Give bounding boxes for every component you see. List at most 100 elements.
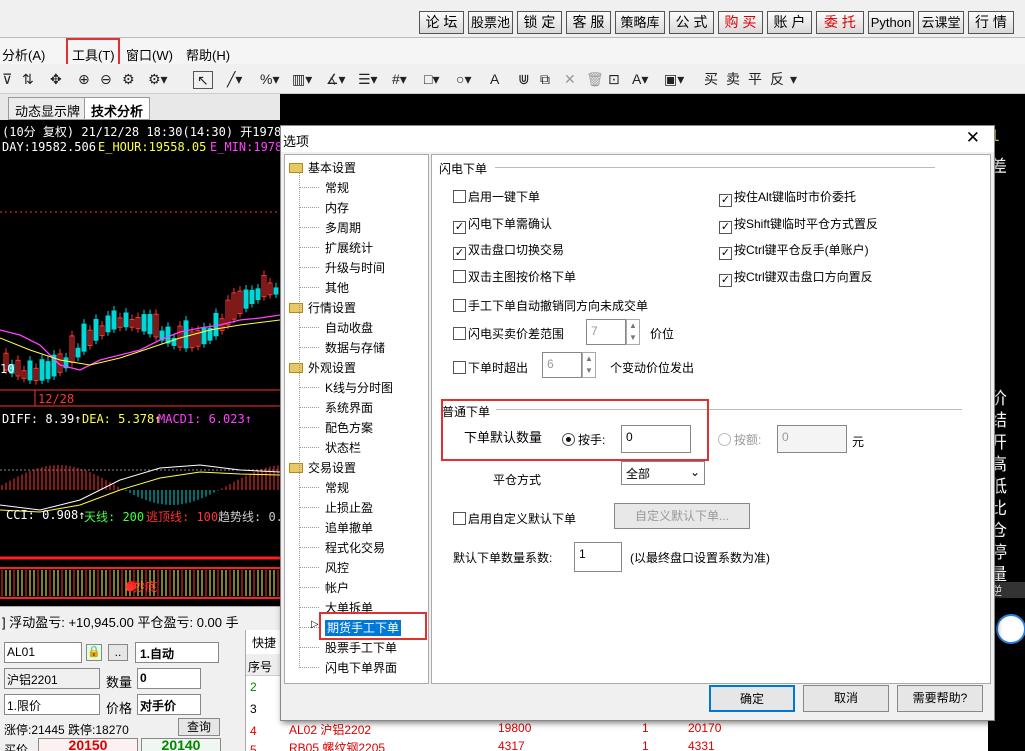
tree-item[interactable]: 自动收盘 (299, 319, 373, 336)
tree-item[interactable]: 数据与存储 (299, 339, 385, 356)
tree-item[interactable]: 股票手工下单 (299, 639, 397, 656)
check-dblclick-switch[interactable]: ✓ 双击盘口切换交易 (453, 241, 564, 260)
check-over[interactable]: 下单时超出 (453, 359, 528, 376)
checkbox-checked[interactable]: ✓ (453, 221, 466, 234)
order-button[interactable]: 委 托 (816, 11, 864, 34)
more-button[interactable]: .. (108, 644, 128, 661)
check-ctrl[interactable]: ✓ 按Ctrl键平仓反手(单账户) (719, 241, 869, 260)
zoom-in-icon[interactable]: ⊕ (78, 71, 90, 87)
close-mode-select[interactable]: 全部 ⌄ (621, 461, 705, 485)
lock-icon[interactable]: ⊡ (608, 71, 620, 87)
delete-icon[interactable]: ✕ (564, 71, 576, 87)
check-shift[interactable]: ✓ 按Shift键临时平仓方式置反 (719, 215, 878, 234)
checkbox-checked[interactable]: ✓ (453, 247, 466, 260)
price-type-select[interactable]: 1.限价 (4, 694, 100, 715)
tab-dynamic[interactable]: 动态显示牌 (8, 97, 88, 120)
radio-by-amount[interactable]: 按额: (718, 431, 761, 448)
check-dblclick-price[interactable]: 双击主图按价格下单 (453, 268, 576, 285)
coef-input[interactable]: 1 (574, 542, 622, 572)
menu-help[interactable]: 帮助(H) (186, 45, 230, 64)
check-confirm[interactable]: ✓ 闪电下单需确认 (453, 215, 552, 234)
tab-technical[interactable]: 技术分析 (84, 97, 151, 120)
tree-item[interactable]: 常规 (299, 479, 349, 496)
tree-item[interactable]: 升级与时间 (299, 259, 385, 276)
python-button[interactable]: Python (868, 11, 914, 34)
trade-reverse[interactable]: 反 (770, 71, 784, 87)
spin-icon[interactable]: ▲ ▼ (582, 352, 596, 378)
class-button[interactable]: 云课堂 (918, 11, 964, 34)
tree-item[interactable]: 扩展统计 (299, 239, 373, 256)
mode-select[interactable]: 1.自动 (135, 642, 219, 663)
help-button[interactable]: 需要帮助? (897, 685, 983, 712)
bars-icon[interactable]: ▥▾ (292, 71, 312, 87)
checkbox[interactable] (453, 270, 466, 283)
grid-icon[interactable]: #▾ (392, 71, 407, 87)
settings-icon[interactable]: ⚙▾ (148, 71, 168, 87)
rect-icon[interactable]: □▾ (424, 71, 439, 87)
close-icon[interactable]: ✕ (966, 128, 980, 148)
ok-button[interactable]: 确定 (709, 685, 795, 712)
user-avatar-icon[interactable] (996, 614, 1025, 644)
check-cancel-same[interactable]: 手工下单自动撤销同方向未成交单 (453, 297, 648, 314)
angle-icon[interactable]: ∡▾ (326, 71, 346, 87)
account-button[interactable]: 账 户 (767, 11, 812, 34)
line-icon[interactable]: ╱▾ (227, 71, 242, 87)
symbol-input[interactable]: AL01 (4, 642, 82, 663)
checkbox[interactable] (453, 327, 466, 340)
over-input[interactable]: 6 (542, 352, 582, 378)
cancel-button[interactable]: 取消 (803, 685, 889, 712)
menu-analysis[interactable]: 分析(A) (2, 45, 45, 64)
check-spread[interactable]: 闪电买卖价差范围 (453, 325, 564, 342)
gear-small-icon[interactable]: ⚙ (122, 71, 135, 87)
filter-icon[interactable]: ⊽ (2, 71, 12, 87)
quote-button[interactable]: 行 情 (968, 11, 1014, 34)
tree-item[interactable]: 帐户 (299, 579, 349, 596)
bid-button[interactable]: 20150 (38, 738, 138, 751)
tree-item[interactable]: 闪电下单界面 (299, 659, 397, 676)
ask-button[interactable]: 20140 (141, 738, 221, 751)
tree-item[interactable]: 状态栏 (299, 439, 361, 456)
magnet-icon[interactable]: ⋓ (518, 71, 530, 87)
checkbox-checked[interactable]: ✓ (719, 221, 732, 234)
trade-sell[interactable]: 卖 (726, 71, 740, 87)
tree-item[interactable]: 系统界面 (299, 399, 373, 416)
stock-pool-button[interactable]: 股票池 (468, 11, 513, 34)
percent-icon[interactable]: %▾ (260, 71, 279, 87)
forum-button[interactable]: 论 坛 (419, 11, 464, 34)
trade-close[interactable]: 平 (748, 71, 762, 87)
tree-item[interactable]: 期货手工下单 ▷ (299, 612, 427, 640)
tree-item[interactable]: 常规 (299, 179, 349, 196)
checkbox[interactable] (453, 299, 466, 312)
query-button[interactable]: 查询 (178, 718, 220, 736)
price-input[interactable]: 对手价 (137, 694, 201, 715)
checkbox[interactable] (453, 361, 466, 374)
move-icon[interactable]: ✥ (50, 71, 62, 87)
tree-item[interactable]: 止损止盈 (299, 499, 373, 516)
quick-tab[interactable]: 快捷 (252, 634, 276, 651)
checkbox-checked[interactable]: ✓ (719, 274, 732, 287)
checkbox[interactable] (453, 512, 466, 525)
circle-icon[interactable]: ○▾ (456, 71, 471, 87)
checkbox-checked[interactable]: ✓ (719, 247, 732, 260)
formula-button[interactable]: 公 式 (669, 11, 714, 34)
color-icon[interactable]: A▾ (632, 71, 648, 87)
spread-input[interactable]: 7 (586, 319, 626, 345)
tree-item[interactable]: 其他 (299, 279, 349, 296)
trash-icon[interactable]: 🗑 (586, 71, 604, 87)
tree-item[interactable]: K线与分时图 (299, 379, 393, 396)
swap-icon[interactable]: ⇅ (22, 71, 34, 87)
tree-item[interactable]: 多周期 (299, 219, 361, 236)
custom-order-button[interactable]: 自定义默认下单... (614, 503, 750, 529)
tree-item[interactable]: 风控 (299, 559, 349, 576)
buy-button[interactable]: 购 买 (718, 11, 763, 34)
by-amount-input[interactable]: 0 (777, 425, 847, 453)
spin-icon[interactable]: ▲ ▼ (626, 319, 640, 345)
strategy-button[interactable]: 策略库 (615, 11, 665, 34)
tree-item[interactable]: 内存 (299, 199, 349, 216)
checkbox[interactable] (453, 190, 466, 203)
check-one-click[interactable]: 启用一键下单 (453, 188, 540, 205)
tree-item[interactable]: 配色方案 (299, 419, 373, 436)
tree-item[interactable]: 追单撤单 (299, 519, 373, 536)
check-ctrl-dbl[interactable]: ✓ 按Ctrl键双击盘口方向置反 (719, 268, 873, 287)
text-icon[interactable]: A (490, 71, 499, 87)
